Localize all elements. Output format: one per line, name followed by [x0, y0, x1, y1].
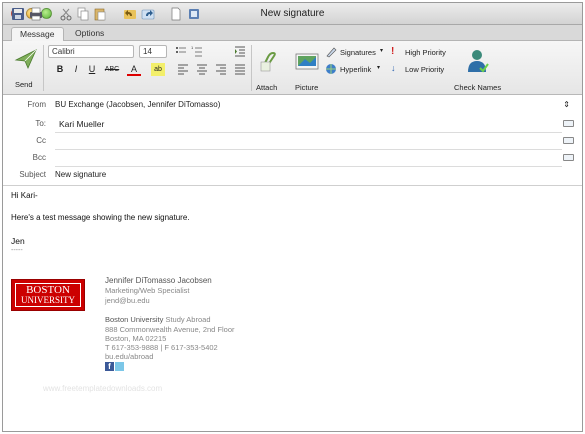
address-card-icon[interactable] — [563, 120, 574, 127]
svg-text:1: 1 — [191, 45, 194, 50]
signature-web[interactable]: bu.edu/abroad — [105, 352, 153, 361]
tab-options[interactable]: Options — [67, 27, 112, 41]
to-field[interactable]: Kari Mueller — [59, 119, 104, 129]
send-icon — [14, 49, 37, 69]
subject-label: Subject — [19, 170, 46, 179]
strikethrough-button[interactable]: ABC — [101, 63, 123, 76]
compose-window: New signature Message Options Send Calib… — [2, 2, 583, 432]
body-greeting[interactable]: Hi Kari- — [11, 191, 38, 200]
window-title: New signature — [260, 8, 325, 19]
from-row: From BU Exchange (Jacobsen, Jennifer DiT… — [3, 97, 582, 114]
signature-phone: T 617-353-9888 | F 617-353-5402 — [105, 343, 218, 352]
person-check-icon — [468, 50, 489, 73]
body-line[interactable]: Here's a test message showing the new si… — [11, 213, 190, 222]
chevron-down-icon: ▾ — [377, 65, 381, 71]
arrow-down-icon: ↓ — [391, 63, 396, 73]
bullets-icon[interactable] — [175, 45, 187, 57]
hyperlink-label: Hyperlink — [340, 65, 372, 74]
send-button[interactable]: Send — [11, 44, 41, 92]
ribbon-tab-bar: Message Options — [3, 25, 582, 41]
signature-org: Boston University Study Abroad — [105, 315, 211, 324]
highlight-button[interactable]: ab — [151, 63, 165, 76]
signatures-label: Signatures — [340, 48, 376, 57]
justify-icon[interactable] — [234, 63, 246, 75]
align-left-icon[interactable] — [177, 63, 189, 75]
indent-icon[interactable] — [234, 45, 246, 57]
align-right-icon[interactable] — [215, 63, 227, 75]
cc-label: Cc — [36, 136, 46, 145]
low-priority-button[interactable]: ↓ Low Priority — [391, 63, 451, 76]
title-bar: New signature — [3, 3, 582, 25]
italic-button[interactable]: I — [69, 63, 83, 76]
body-signoff[interactable]: Jen — [11, 236, 25, 246]
to-row: To: Kari Mueller — [3, 116, 582, 133]
cc-field[interactable] — [55, 136, 555, 148]
signature-org-bold: Boston University — [105, 315, 164, 324]
from-account-select[interactable]: BU Exchange (Jacobsen, Jennifer DiTomass… — [55, 100, 220, 109]
picture-icon — [295, 53, 319, 70]
underline-button[interactable]: U — [85, 63, 99, 76]
check-names-button[interactable]: Check Names — [453, 44, 503, 92]
subject-field[interactable]: New signature — [55, 170, 106, 179]
from-label: From — [27, 100, 46, 109]
send-label: Send — [15, 80, 33, 89]
picture-button[interactable]: Picture — [292, 44, 324, 92]
boston-university-logo: BOSTON UNIVERSITY — [11, 279, 85, 311]
signature-org-rest: Study Abroad — [165, 315, 211, 324]
address-card-icon[interactable] — [563, 154, 574, 161]
signature-title: Marketing/Web Specialist — [105, 286, 190, 295]
logo-line-2: UNIVERSITY — [21, 295, 75, 305]
font-color-button[interactable]: A — [127, 63, 141, 76]
twitter-icon[interactable] — [115, 362, 124, 371]
tab-message[interactable]: Message — [11, 27, 64, 41]
attach-label: Attach — [256, 83, 278, 92]
font-size-select[interactable]: 14 — [139, 45, 167, 58]
bcc-label: Bcc — [32, 153, 46, 162]
chevron-down-icon: ▾ — [380, 48, 384, 54]
signatures-button[interactable]: Signatures ▾ — [325, 46, 389, 59]
ribbon-separator — [251, 45, 252, 91]
attach-button[interactable]: Attach — [255, 44, 285, 92]
check-names-label: Check Names — [454, 83, 502, 92]
paperclip-icon — [260, 51, 276, 72]
high-priority-button[interactable]: ! High Priority — [391, 46, 451, 59]
logo-line-1: BOSTON — [26, 284, 70, 296]
high-priority-label: High Priority — [405, 48, 446, 57]
picture-label: Picture — [295, 83, 319, 92]
ribbon-separator — [43, 45, 44, 91]
align-center-icon[interactable] — [196, 63, 208, 75]
signature-address-2: Boston, MA 02215 — [105, 334, 167, 343]
updown-icon: ⇕ — [563, 100, 570, 109]
font-name-select[interactable]: Calibri — [48, 45, 134, 58]
bcc-row: Bcc — [3, 150, 582, 167]
bcc-field[interactable] — [55, 153, 555, 165]
signature-separator: ----- — [11, 247, 23, 254]
to-label: To: — [35, 119, 46, 128]
header-divider — [3, 185, 582, 186]
signature-email[interactable]: jend@bu.edu — [105, 296, 150, 305]
signature-pen-icon — [326, 47, 337, 58]
bold-button[interactable]: B — [53, 63, 67, 76]
globe-link-icon — [326, 64, 336, 74]
subject-row: Subject New signature — [3, 167, 582, 184]
facebook-icon[interactable]: f — [105, 362, 114, 371]
low-priority-label: Low Priority — [405, 65, 445, 74]
watermark-text: www.freetemplatedownloads.com — [43, 384, 163, 393]
signature-address-1: 888 Commonwealth Avenue, 2nd Floor — [105, 325, 235, 334]
hyperlink-button[interactable]: Hyperlink ▾ — [325, 63, 389, 76]
ribbon: Send Calibri 14 B I U ABC A ab 1 Attach … — [3, 41, 582, 95]
cc-row: Cc — [3, 133, 582, 150]
numbering-icon[interactable]: 1 — [191, 45, 203, 57]
exclamation-icon: ! — [391, 46, 395, 57]
address-card-icon[interactable] — [563, 137, 574, 144]
signature-name: Jennifer DiTomasso Jacobsen — [105, 276, 212, 285]
